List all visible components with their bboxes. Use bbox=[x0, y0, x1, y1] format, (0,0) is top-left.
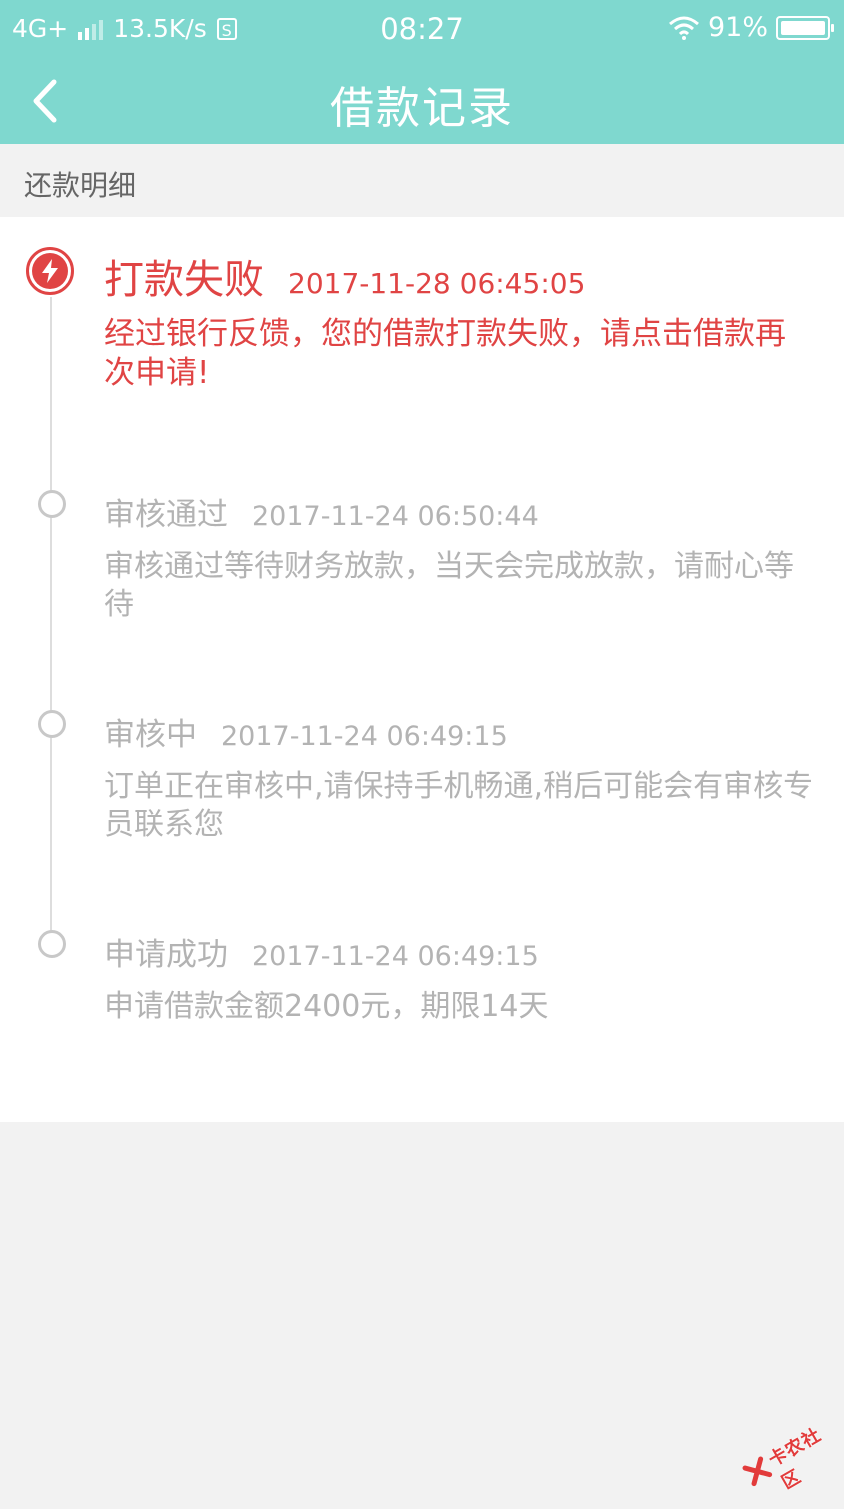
timeline-desc: 审核通过等待财务放款，当天会完成放款，请耐心等待 bbox=[104, 549, 794, 622]
timeline-time: 2017-11-24 06:49:15 bbox=[221, 721, 508, 752]
battery-icon bbox=[776, 15, 834, 40]
page-title: 借款记录 bbox=[330, 83, 514, 134]
section-title: 还款明细 bbox=[24, 169, 137, 202]
failure-status-icon bbox=[26, 247, 74, 295]
wifi-icon bbox=[669, 16, 699, 40]
timeline-item: 审核通过 2017-11-24 06:50:44 审核通过等待财务放款，当天会完… bbox=[104, 489, 814, 624]
timeline-desc: 申请借款金额2400元，期限14天 bbox=[104, 989, 549, 1024]
timeline-item: 申请成功 2017-11-24 06:49:15 申请借款金额2400元，期限1… bbox=[104, 929, 814, 1026]
battery-percent: 91% bbox=[707, 12, 768, 43]
timeline-desc: 经过银行反馈，您的借款打款失败，请点击借款再次申请! bbox=[104, 316, 786, 391]
timeline-status: 申请成功 bbox=[104, 937, 228, 973]
timeline-line bbox=[50, 297, 52, 937]
timeline-node-icon bbox=[38, 490, 66, 518]
watermark-logo: 卡农社区 bbox=[727, 1395, 844, 1504]
timeline-list: 打款失败 2017-11-28 06:45:05 经过银行反馈，您的借款打款失败… bbox=[0, 217, 844, 1122]
timeline-status: 审核中 bbox=[104, 717, 197, 753]
timeline-desc: 订单正在审核中,请保持手机畅通,稍后可能会有审核专员联系您 bbox=[104, 769, 814, 842]
app-header: 4G+ 13.5K/s S 08:27 91% 借款记录 bbox=[0, 0, 844, 144]
timeline-node-icon bbox=[38, 710, 66, 738]
watermark-text: 卡农社区 bbox=[765, 1424, 826, 1494]
timeline-item: 打款失败 2017-11-28 06:45:05 经过银行反馈，您的借款打款失败… bbox=[104, 247, 814, 393]
timeline-node-icon bbox=[38, 930, 66, 958]
timeline-time: 2017-11-28 06:45:05 bbox=[288, 267, 586, 300]
timeline-time: 2017-11-24 06:49:15 bbox=[252, 941, 539, 972]
status-bar: 4G+ 13.5K/s S 08:27 91% bbox=[0, 0, 844, 58]
timeline-status: 审核通过 bbox=[104, 497, 228, 533]
timeline-item: 审核中 2017-11-24 06:49:15 订单正在审核中,请保持手机畅通,… bbox=[104, 709, 814, 844]
timeline-status: 打款失败 bbox=[104, 257, 264, 303]
lightning-icon bbox=[42, 259, 58, 283]
timeline-time: 2017-11-24 06:50:44 bbox=[252, 501, 539, 532]
section-header: 还款明细 bbox=[0, 144, 844, 217]
